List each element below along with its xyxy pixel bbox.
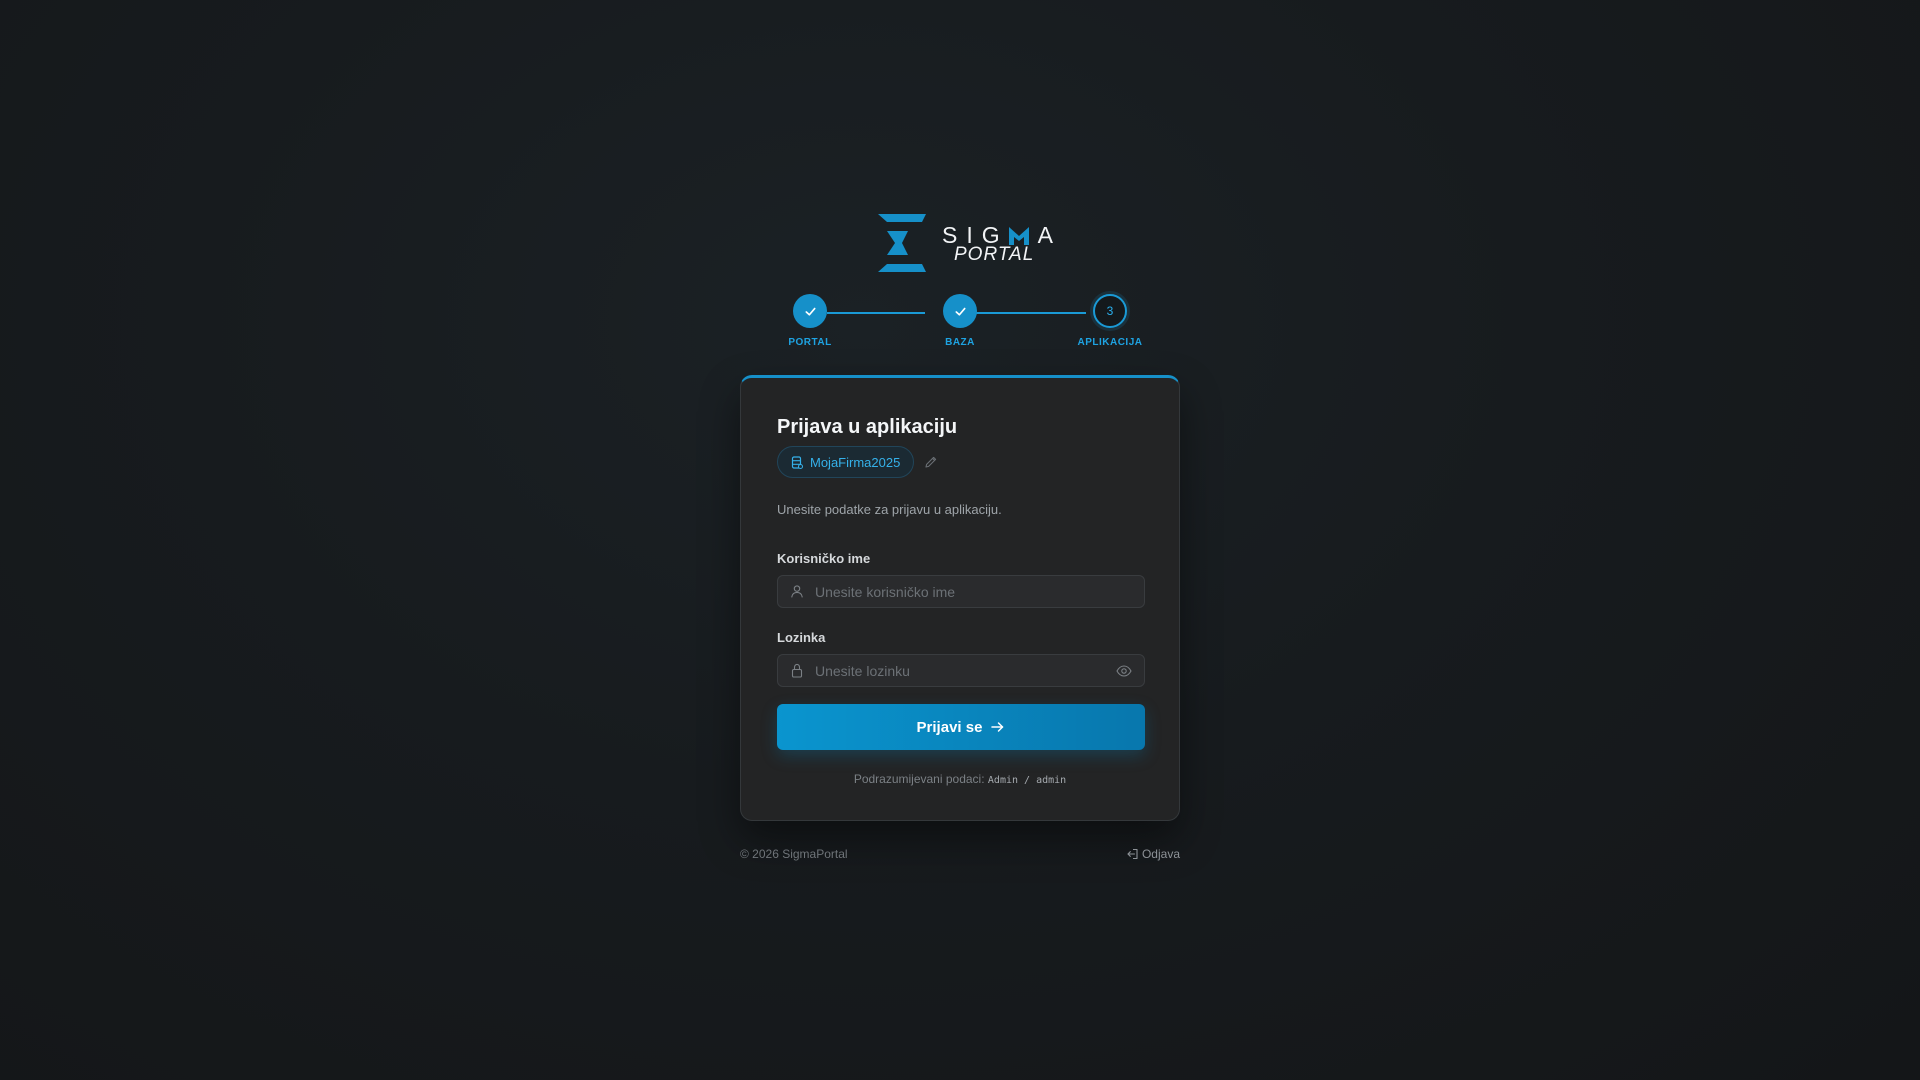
database-row: MojaFirma2025 [777,446,1143,478]
step-label: APLIKACIJA [1077,337,1143,348]
password-label: Lozinka [777,630,826,645]
step-circle-done [793,294,827,328]
user-icon [790,584,804,598]
progress-stepper: PORTAL BAZA 3 APLIKACIJA [770,294,1150,354]
pencil-icon [925,456,937,468]
brand-subtitle: PORTAL [954,244,1035,265]
check-icon [954,307,966,316]
logout-label: Odjava [1141,847,1180,861]
card-title: Prijava u aplikaciju [777,416,958,438]
sigma-logo-icon [878,214,926,272]
check-icon [804,307,816,316]
step-label: BAZA [945,337,975,348]
login-submit-button[interactable]: Prijavi se [777,704,1145,750]
username-field-wrapper [777,575,1145,608]
username-label: Korisničko ime [777,551,871,566]
step-label: PORTAL [788,337,832,348]
brand-m-glyph [1008,226,1029,245]
step-circle-active: 3 [1093,294,1127,328]
lock-icon [790,663,804,678]
edit-database-button[interactable] [924,455,938,469]
database-name: MojaFirma2025 [810,454,901,470]
card-subtitle: Unesite podatke za prijavu u aplikaciju. [777,502,1002,517]
username-input[interactable] [778,576,1144,607]
arrow-right-icon [991,722,1004,732]
database-icon [791,455,803,469]
defaults-prefix: Podrazumijevani podaci: [853,772,985,786]
step-circle-done [943,294,977,328]
eye-icon[interactable] [1116,664,1132,678]
footer-copyright: © 2026 SigmaPortal [740,847,848,861]
defaults-value: Admin / admin [987,775,1067,786]
password-input[interactable] [778,655,1144,686]
password-field-wrapper [777,654,1145,687]
logout-icon [1127,848,1138,860]
submit-label: Prijavi se [916,718,983,736]
database-chip[interactable]: MojaFirma2025 [777,446,915,478]
step-baza: BAZA [920,294,1000,348]
step-aplikacija: 3 APLIKACIJA [1070,294,1150,348]
step-portal: PORTAL [770,294,850,348]
default-credentials-hint: Podrazumijevani podaci: Admin / admin [777,772,1143,786]
logout-link[interactable]: Odjava [1126,847,1180,861]
login-card: Prijava u aplikaciju MojaFirma2025 Unesi… [740,375,1180,821]
sigma-portal-logo: SIG A PORTAL [874,214,1053,274]
